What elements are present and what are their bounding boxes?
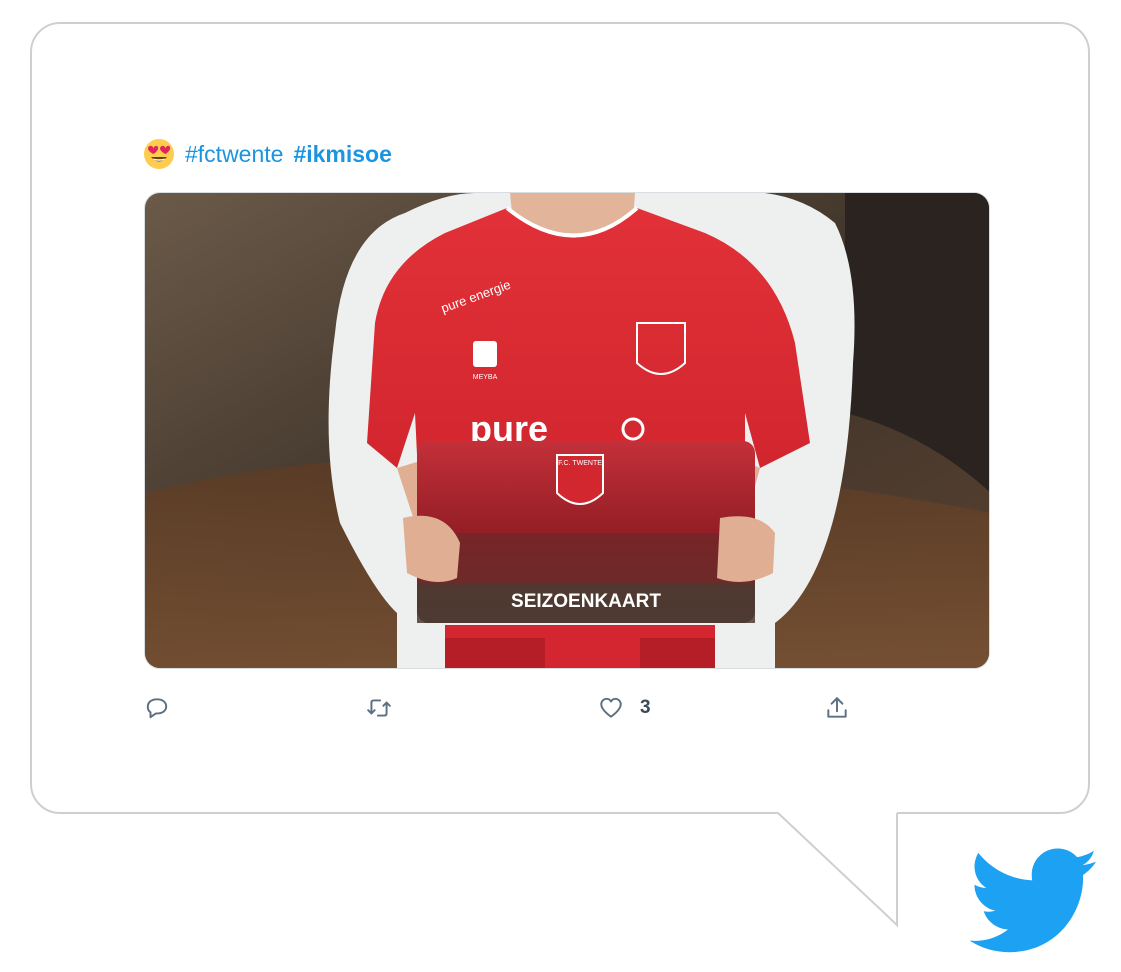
hashtag-ikmisoe[interactable]: #ikmisoe: [293, 141, 391, 168]
reply-icon: [146, 698, 168, 719]
twitter-bird-logo-icon: [970, 848, 1098, 953]
kit-brand-text: MEYBA: [473, 374, 498, 381]
hashtag-fctwente[interactable]: #fctwente: [185, 141, 283, 168]
photo-cardboard-cutout: pure energie MEYBA pure F.C. TWENTE SEIZ…: [145, 193, 989, 668]
reply-button[interactable]: [144, 690, 170, 726]
retweet-icon: [367, 699, 391, 717]
like-button[interactable]: 3: [598, 690, 651, 726]
like-count: 3: [640, 697, 651, 718]
share-button[interactable]: [824, 690, 850, 726]
heart-icon: [600, 697, 622, 718]
tweet-photo[interactable]: pure energie MEYBA pure F.C. TWENTE SEIZ…: [144, 192, 990, 669]
retweet-button[interactable]: [366, 690, 392, 726]
share-icon: [827, 697, 847, 718]
card-badge-text: F.C. TWENTE: [558, 460, 602, 467]
heart-eyes-emoji-icon: [144, 139, 174, 169]
season-card-label: SEIZOENKAART: [511, 591, 661, 612]
kit-brand-logo: [473, 341, 497, 367]
tweet-actions: 3: [144, 690, 904, 726]
tweet-text: #fctwente #ikmisoe: [143, 136, 392, 172]
